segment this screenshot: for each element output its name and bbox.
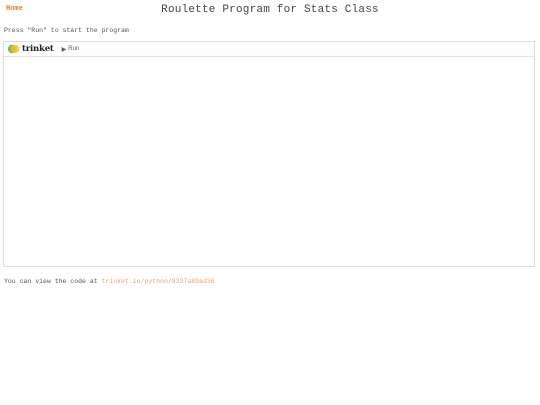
trinket-logo-icon — [7, 44, 20, 54]
run-button[interactable]: ▶ Run — [62, 46, 80, 53]
trinket-embed: trinket ▶ Run — [3, 41, 535, 267]
code-link[interactable]: trinket.io/python/8337a89ad36 — [102, 278, 215, 285]
page-title: Roulette Program for Stats Class — [161, 4, 379, 16]
code-link-line: You can view the code at trinket.io/pyth… — [4, 278, 215, 285]
instructions-text: Press "Run" to start the program — [4, 27, 129, 34]
play-icon: ▶ — [61, 46, 67, 53]
code-link-prefix: You can view the code at — [4, 278, 98, 285]
trinket-logo[interactable]: trinket — [7, 43, 54, 55]
trinket-output-area[interactable] — [4, 57, 534, 266]
trinket-toolbar: trinket ▶ Run — [4, 42, 534, 57]
trinket-logo-text: trinket — [22, 44, 54, 54]
run-button-label: Run — [68, 46, 80, 52]
